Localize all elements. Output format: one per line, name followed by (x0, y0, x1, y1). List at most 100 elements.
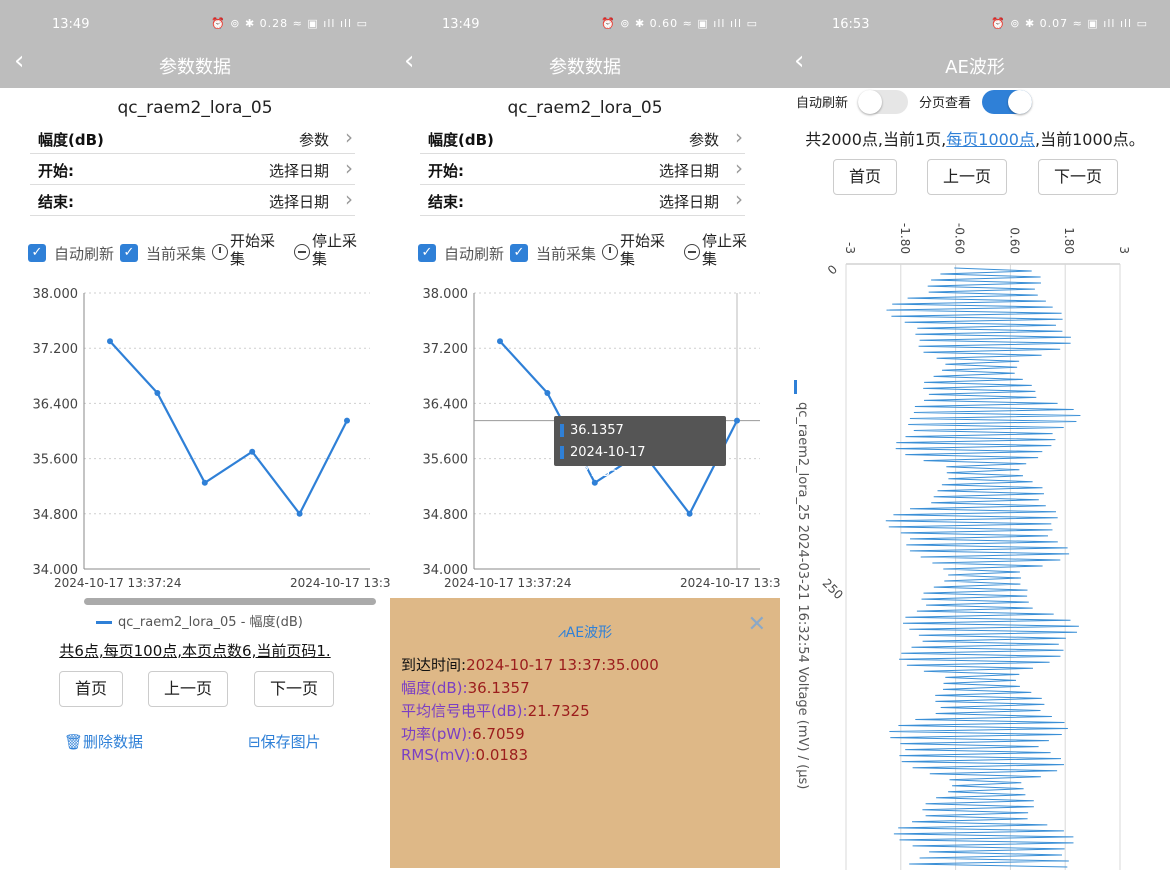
tooltip-value: 36.1357 (560, 421, 624, 441)
param-row-end[interactable]: 结束: 选择日期 › (30, 186, 355, 216)
collect-controls: ✓ 自动刷新 ✓ 当前采集 开始采集 停止采集 (416, 232, 776, 276)
avg-level-line: 平均信号电平(dB):21.7325 (401, 700, 590, 721)
waveform-icon: ⩘ (557, 625, 566, 641)
arrive-time-line: 到达时间:2024-10-17 13:37:35.000 (401, 654, 659, 675)
chart-scrollbar[interactable] (84, 598, 376, 605)
param-value: 参数 (688, 131, 719, 149)
nav-bar: ‹ AE波形 (780, 40, 1170, 88)
first-page-button[interactable]: 首页 (833, 159, 897, 195)
arrive-time-value: 2024-10-17 13:37:35.000 (466, 656, 659, 674)
next-page-button[interactable]: 下一页 (1038, 159, 1118, 195)
amplitude-line-chart[interactable]: 38.00037.20036.40035.60034.80034.0002024… (0, 280, 391, 598)
trash-icon: 🗑 (64, 733, 84, 751)
delete-data-button[interactable]: 🗑删除数据 (64, 731, 143, 752)
rms-value: 0.0183 (475, 746, 529, 764)
value-tick-label: 3 (1117, 246, 1131, 254)
param-row-amplitude[interactable]: 幅度(dB) 参数 › (420, 124, 745, 154)
y-tick-label: 38.000 (423, 287, 469, 302)
info-text-b: ,当前1000点。 (1035, 130, 1145, 149)
current-collect-label: 当前采集 (536, 245, 597, 263)
param-row-amplitude[interactable]: 幅度(dB) 参数 › (30, 124, 355, 154)
page-title: AE波形 (945, 57, 1005, 78)
nav-bar: ‹ 参数数据 (0, 40, 390, 88)
auto-refresh-toggle[interactable] (858, 90, 908, 114)
auto-refresh-label: 自动刷新 (444, 245, 505, 263)
waveform-page-info: 共2000点,当前1页,每页1000点,当前1000点。 (780, 126, 1170, 150)
y-tick-label: 37.200 (423, 342, 469, 357)
start-collect-button[interactable]: 开始采集 (620, 232, 676, 268)
y-tick-label: 37.200 (33, 342, 79, 357)
popup-title[interactable]: ⩘AE波形 (390, 622, 780, 642)
param-label: 开始: (428, 162, 464, 180)
chevron-right-icon: › (345, 187, 353, 211)
page-info: 共6点,每页100点,本页点数6,当前页码1. (59, 642, 331, 660)
next-page-button[interactable]: 下一页 (254, 671, 334, 707)
ae-waveform-chart[interactable]: -3 -1.80 -0.60 0.60 1.80 3 0 250 qc_raem2_lora_2… (780, 220, 1170, 870)
prev-page-button[interactable]: 上一页 (927, 159, 1007, 195)
auto-refresh-label: 自动刷新 (54, 245, 115, 263)
series-line (109, 340, 348, 516)
status-icons: ⏰ ⊚ ✱ 0.60 ≈ ▣ ıll ıll ▭ (601, 17, 758, 30)
status-time: 13:49 (52, 17, 90, 32)
value-tick-label: 1.80 (1062, 227, 1076, 254)
prev-page-button[interactable]: 上一页 (148, 671, 228, 707)
param-value: 选择日期 (268, 162, 329, 180)
value-tick-label: -3 (843, 242, 857, 254)
param-label: 结束: (38, 193, 74, 211)
auto-refresh-checkbox[interactable]: ✓ (418, 244, 436, 262)
value-tick-label: -1.80 (898, 223, 912, 254)
tooltip-time: 2024-10-17 13:37:35.000 (560, 443, 726, 480)
param-value: 参数 (298, 131, 329, 149)
param-row-start[interactable]: 开始: 选择日期 › (420, 155, 745, 185)
page-title: 参数数据 (549, 57, 621, 78)
x-tick-label: 2024-10-17 13:37:24 (444, 576, 571, 590)
panel-param-data-popup: 13:49 ⏰ ⊚ ✱ 0.60 ≈ ▣ ıll ıll ▭ ‹ 参数数据 qc… (390, 0, 780, 880)
stop-icon[interactable] (294, 244, 310, 260)
device-title: qc_raem2_lora_05 (117, 98, 273, 118)
nav-bar: ‹ 参数数据 (390, 40, 780, 88)
x-tick-label: 2024-10-17 13:3? (290, 576, 390, 590)
series-label: qc_raem2_lora_25 2024-03-21 16:32:54 Vol… (795, 402, 810, 789)
data-point (344, 417, 350, 424)
collect-controls: ✓ 自动刷新 ✓ 当前采集 开始采集 停止采集 (26, 232, 386, 276)
current-collect-checkbox[interactable]: ✓ (120, 244, 138, 262)
series-marker (794, 380, 797, 394)
paging-label: 分页查看 (919, 96, 972, 111)
y-tick-label: 38.000 (33, 287, 79, 302)
param-value: 选择日期 (658, 162, 719, 180)
clock-icon[interactable] (602, 244, 618, 260)
stop-collect-button[interactable]: 停止采集 (312, 232, 368, 268)
toggle-knob (1008, 90, 1032, 114)
time-tick-label: 0 (825, 262, 840, 277)
close-icon[interactable]: ✕ (748, 612, 766, 637)
popup-title-label: AE波形 (565, 625, 613, 641)
param-label: 开始: (38, 162, 74, 180)
auto-refresh-checkbox[interactable]: ✓ (28, 244, 46, 262)
data-point (497, 338, 503, 345)
auto-refresh-label: 自动刷新 (796, 96, 849, 111)
stop-icon[interactable] (684, 244, 700, 260)
param-row-start[interactable]: 开始: 选择日期 › (30, 155, 355, 185)
time-tick-label: 250 (820, 576, 846, 602)
start-collect-button[interactable]: 开始采集 (230, 232, 286, 268)
chevron-right-icon: › (345, 125, 353, 149)
data-point (544, 390, 551, 397)
clock-icon[interactable] (212, 244, 228, 260)
save-image-button[interactable]: ⊟保存图片 (248, 731, 321, 752)
stop-collect-button[interactable]: 停止采集 (702, 232, 758, 268)
current-collect-checkbox[interactable]: ✓ (510, 244, 528, 262)
data-point (201, 479, 208, 486)
x-tick-label: 2024-10-17 13:37:24 (54, 576, 181, 590)
delete-label: 删除数据 (83, 733, 144, 751)
panel-ae-waveform: 16:53 ⏰ ⊚ ✱ 0.07 ≈ ▣ ıll ıll ▭ ‹ AE波形 自动… (780, 0, 1170, 880)
chart-legend: qc_raem2_lora_05 - 幅度(dB) (96, 611, 303, 630)
data-point (296, 510, 303, 517)
value-tick-label: -0.60 (953, 223, 967, 254)
current-collect-label: 当前采集 (146, 245, 207, 263)
paging-toggle[interactable] (982, 90, 1032, 114)
points-per-page-link[interactable]: 每页1000点 (946, 130, 1035, 149)
first-page-button[interactable]: 首页 (59, 671, 123, 707)
chevron-right-icon: › (345, 156, 353, 180)
param-value: 选择日期 (658, 193, 719, 211)
param-row-end[interactable]: 结束: 选择日期 › (420, 186, 745, 216)
